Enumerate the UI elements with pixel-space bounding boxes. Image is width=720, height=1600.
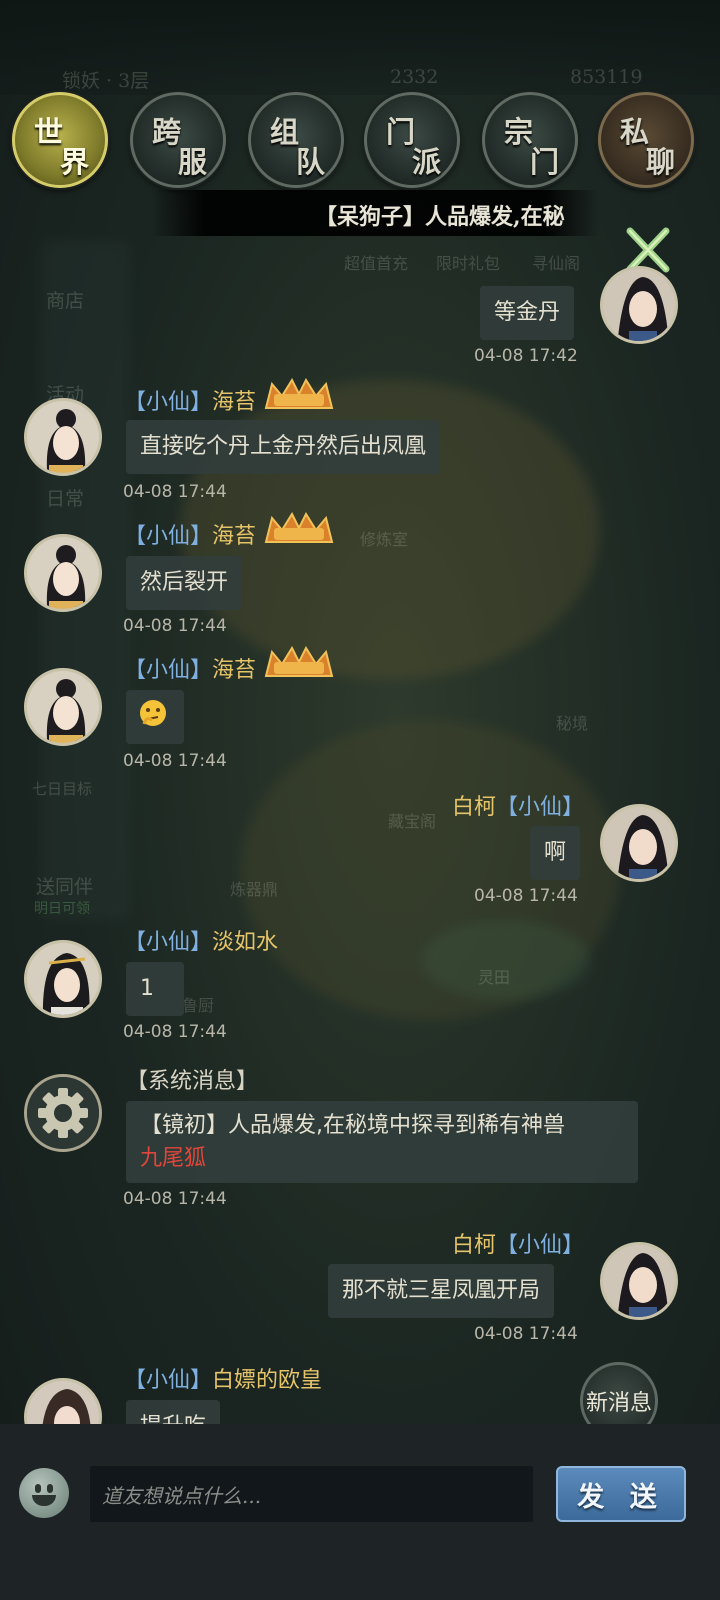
bg-map-label: 超值首充 [344, 254, 409, 273]
avatar-user[interactable] [24, 534, 102, 612]
message-time: 04-08 17:44 [123, 1189, 227, 1209]
bg-sidebar-shop: 商店 [46, 290, 85, 312]
bg-stat-2: 853119 [570, 66, 643, 88]
emoji-smiley-icon[interactable] [19, 1468, 69, 1518]
send-button[interactable]: 发 送 [556, 1466, 686, 1522]
tab-char: 门 [530, 145, 560, 179]
message-sender: 【小仙】白嫖的欧皇 [124, 1362, 322, 1394]
avatar-user[interactable] [24, 668, 102, 746]
bg-map-label: 寻仙阁 [532, 254, 581, 273]
system-message-highlight: 九尾狐 [140, 1146, 207, 1171]
bg-map-label: 灵田 [478, 968, 511, 987]
avatar-self[interactable] [600, 1242, 678, 1320]
tab-char: 门 [386, 115, 416, 149]
system-message-title: 【系统消息】 [126, 1069, 259, 1094]
bg-map-label: 限时礼包 [436, 254, 501, 273]
sender-tag: 【小仙】 [496, 1233, 585, 1258]
sender-tag: 【小仙】 [124, 658, 213, 683]
tab-team[interactable]: 组 队 [248, 92, 344, 188]
announcement-marquee: 【呆狗子】人品爆发,在秘 [150, 190, 600, 236]
bg-map-label: 秘境 [556, 714, 589, 733]
bg-stat-1: 2332 [390, 66, 439, 88]
bg-sidebar-goals: 七日目标 [32, 780, 93, 798]
bg-map-label: 鲁厨 [182, 996, 215, 1015]
message-time: 04-08 17:44 [474, 886, 578, 906]
sender-name[interactable]: 海苔 [212, 658, 256, 683]
message-time: 04-08 17:44 [123, 751, 227, 771]
avatar-user[interactable] [24, 940, 102, 1018]
bg-sidebar-companion: 送同伴 [36, 876, 94, 898]
avatar-self[interactable] [600, 266, 678, 344]
tab-private-chat[interactable]: 私 聊 [598, 92, 694, 188]
bg-sidebar-tomorrow: 明日可领 [34, 901, 90, 917]
tab-world[interactable]: 世 界 [12, 92, 108, 188]
message-bubble[interactable]: 然后裂开 [126, 556, 243, 610]
message-sender: 白柯【小仙】 [452, 1227, 584, 1259]
system-message-text: 【镜初】人品爆发,在秘境中探寻到稀有神兽 [140, 1113, 565, 1138]
message-time: 04-08 17:44 [123, 482, 227, 502]
bg-floor-label: 锁妖 · 3层 [62, 70, 150, 92]
sender-name[interactable]: 白柯 [452, 795, 496, 820]
sender-name[interactable]: 海苔 [212, 524, 256, 549]
tab-char: 世 [34, 115, 64, 149]
thinking-emoji-icon [140, 700, 166, 726]
sender-tag: 【小仙】 [124, 1368, 213, 1393]
tab-char: 服 [178, 145, 208, 179]
message-time: 04-08 17:44 [123, 616, 227, 636]
tab-char: 聊 [646, 145, 676, 179]
tab-char: 界 [60, 145, 90, 179]
avatar-user[interactable] [24, 398, 102, 476]
tab-char: 队 [296, 145, 326, 179]
message-bubble[interactable] [126, 690, 184, 744]
message-bubble[interactable]: 1 [126, 962, 184, 1016]
message-sender: 【小仙】海苔 [124, 518, 256, 550]
tab-char: 宗 [504, 115, 534, 149]
marquee-text: 【呆狗子】人品爆发,在秘 [315, 204, 565, 230]
message-bubble[interactable]: 啊 [530, 826, 581, 880]
message-time: 04-08 17:42 [474, 346, 578, 366]
message-time: 04-08 17:44 [474, 1324, 578, 1344]
sender-name[interactable]: 白嫖的欧皇 [212, 1368, 322, 1393]
sender-name[interactable]: 海苔 [212, 390, 256, 415]
title-badge-icon [264, 646, 334, 677]
bg-map-label: 藏宝阁 [388, 812, 437, 831]
bg-map-label: 炼器鼎 [230, 880, 279, 899]
message-sender: 【小仙】海苔 [124, 384, 256, 416]
system-message-bubble: 【镜初】人品爆发,在秘境中探寻到稀有神兽 九尾狐 [126, 1101, 638, 1183]
chat-input[interactable]: 道友想说点什么... [90, 1466, 533, 1522]
message-bubble[interactable]: 直接吃个丹上金丹然后出凤凰 [126, 420, 441, 474]
sender-name[interactable]: 淡如水 [212, 930, 278, 955]
tab-sect[interactable]: 宗 门 [482, 92, 578, 188]
sender-tag: 【小仙】 [496, 795, 585, 820]
tab-faction[interactable]: 门 派 [364, 92, 460, 188]
bg-sidebar-daily: 日常 [46, 488, 85, 510]
sender-name[interactable]: 白柯 [452, 1233, 496, 1258]
sender-tag: 【小仙】 [124, 524, 213, 549]
message-sender: 【小仙】淡如水 [124, 924, 278, 956]
message-sender: 【小仙】海苔 [124, 652, 256, 684]
tab-cross-server[interactable]: 跨 服 [130, 92, 226, 188]
message-bubble[interactable]: 等金丹 [480, 286, 575, 340]
tab-char: 组 [270, 115, 300, 149]
message-sender: 白柯【小仙】 [452, 789, 584, 821]
channel-tabs: 世 界 跨 服 组 队 门 派 宗 门 私 聊 [0, 92, 720, 190]
sender-tag: 【小仙】 [124, 390, 213, 415]
sender-tag: 【小仙】 [124, 930, 213, 955]
avatar-self[interactable] [600, 804, 678, 882]
bg-map-label: 修炼室 [360, 530, 409, 549]
tab-char: 派 [412, 145, 442, 179]
tab-char: 跨 [152, 115, 182, 149]
tab-char: 私 [620, 115, 650, 149]
message-time: 04-08 17:44 [123, 1022, 227, 1042]
title-badge-icon [264, 512, 334, 543]
title-badge-icon [264, 378, 334, 409]
game-background: 锁妖 · 3层 2332 853119 商店 活动 日常 七日目标 送同伴 明日… [0, 0, 720, 1600]
system-avatar [24, 1074, 102, 1152]
message-bubble[interactable]: 那不就三星凤凰开局 [328, 1264, 555, 1318]
